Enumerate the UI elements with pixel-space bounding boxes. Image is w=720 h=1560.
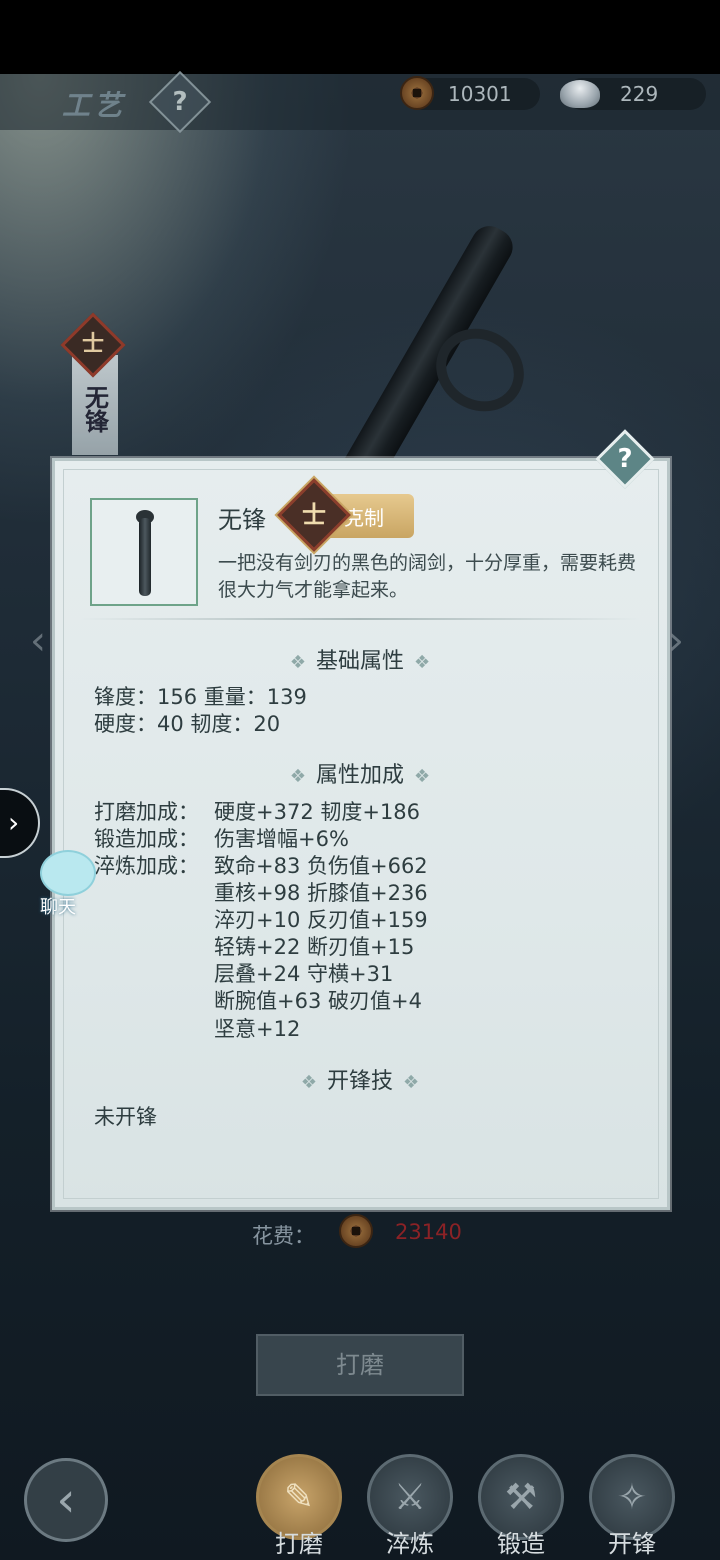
- item-description: 一把没有剑刃的黑色的阔剑，十分厚重，需要耗费很大力气才能拿起来。: [218, 552, 637, 601]
- skill-heading: ❖ 开锋技 ❖: [0, 1063, 720, 1095]
- polish-bonus-value: 硬度+372 韧度+186: [214, 800, 421, 824]
- diamond-deco-icon: ❖: [289, 766, 306, 787]
- temper-bonus-label: 淬炼加成：: [94, 854, 199, 878]
- counter-label: 克制: [344, 506, 384, 530]
- tab-sharpen-label: 开锋: [608, 1530, 656, 1558]
- question-icon: ?: [172, 87, 188, 117]
- item-name: 无锋: [218, 506, 266, 534]
- cost-value: 23140: [395, 1220, 462, 1244]
- sword-icon: [139, 518, 151, 596]
- base-attr-line: 锋度：156 重量：139: [94, 685, 307, 709]
- temper-bonus-line: 层叠+24 守横+31: [214, 962, 394, 986]
- tab-polish-label: 打磨: [275, 1530, 323, 1558]
- temper-bonus-line: 坚意+12: [214, 1017, 301, 1041]
- diamond-deco-icon: ❖: [300, 1072, 317, 1093]
- copper-amount: 10301: [448, 82, 512, 106]
- diamond-deco-icon: ❖: [403, 1072, 420, 1093]
- bonus-attrs-title: 属性加成: [315, 763, 404, 788]
- diamond-deco-icon: ❖: [289, 652, 306, 673]
- diamond-deco-icon: ❖: [414, 652, 431, 673]
- base-attr-line: 硬度：40 韧度：20: [94, 712, 281, 736]
- class-emblem-glyph: 士: [81, 332, 104, 357]
- temper-bonus-line: 重核+98 折膝值+236: [214, 881, 428, 905]
- temper-bonus-line: 断腕值+63 破刃值+4: [214, 989, 422, 1013]
- back-button[interactable]: ‹: [24, 1458, 108, 1542]
- polish-bonus-label: 打磨加成：: [94, 800, 199, 824]
- tab-temper-label: 淬炼: [386, 1530, 434, 1558]
- chevron-right-icon: ›: [8, 806, 20, 839]
- item-thumbnail: [90, 498, 198, 606]
- back-arrow-icon: ‹: [56, 1472, 76, 1528]
- polish-action-label: 打磨: [336, 1351, 384, 1379]
- copper-coin-icon: [400, 76, 434, 110]
- chat-icon[interactable]: [40, 850, 96, 896]
- forge-bonus-value: 伤害增幅+6%: [214, 827, 349, 851]
- status-bar: [0, 0, 720, 74]
- weapon-side-tag-label: 无锋: [80, 385, 110, 433]
- base-attrs-title: 基础属性: [315, 649, 404, 674]
- divider: [80, 618, 640, 620]
- forge-bonus-label: 锻造加成：: [94, 827, 199, 851]
- counter-emblem-glyph: 士: [302, 501, 326, 529]
- question-icon: ?: [617, 444, 633, 474]
- silver-amount: 229: [620, 82, 659, 106]
- cost-label: 花费：: [252, 1224, 315, 1248]
- tab-forge-label: 锻造: [497, 1530, 545, 1558]
- temper-bonus-line: 淬刃+10 反刃值+159: [214, 908, 428, 932]
- silver-ingot-icon: [560, 80, 600, 108]
- diamond-deco-icon: ❖: [414, 766, 431, 787]
- bonus-attrs-heading: ❖ 属性加成 ❖: [0, 757, 720, 789]
- polish-action-button[interactable]: 打磨: [256, 1334, 464, 1396]
- chat-label[interactable]: 聊天: [40, 893, 76, 919]
- copper-coin-icon: [339, 1214, 373, 1248]
- skill-title: 开锋技: [326, 1069, 393, 1094]
- temper-bonus-line: 致命+83 负伤值+662: [214, 854, 428, 878]
- temper-bonus-line: 轻铸+22 断刃值+15: [214, 935, 415, 959]
- page-title: 工艺: [62, 89, 127, 122]
- base-attrs-heading: ❖ 基础属性 ❖: [0, 643, 720, 675]
- skill-value: 未开锋: [94, 1105, 157, 1129]
